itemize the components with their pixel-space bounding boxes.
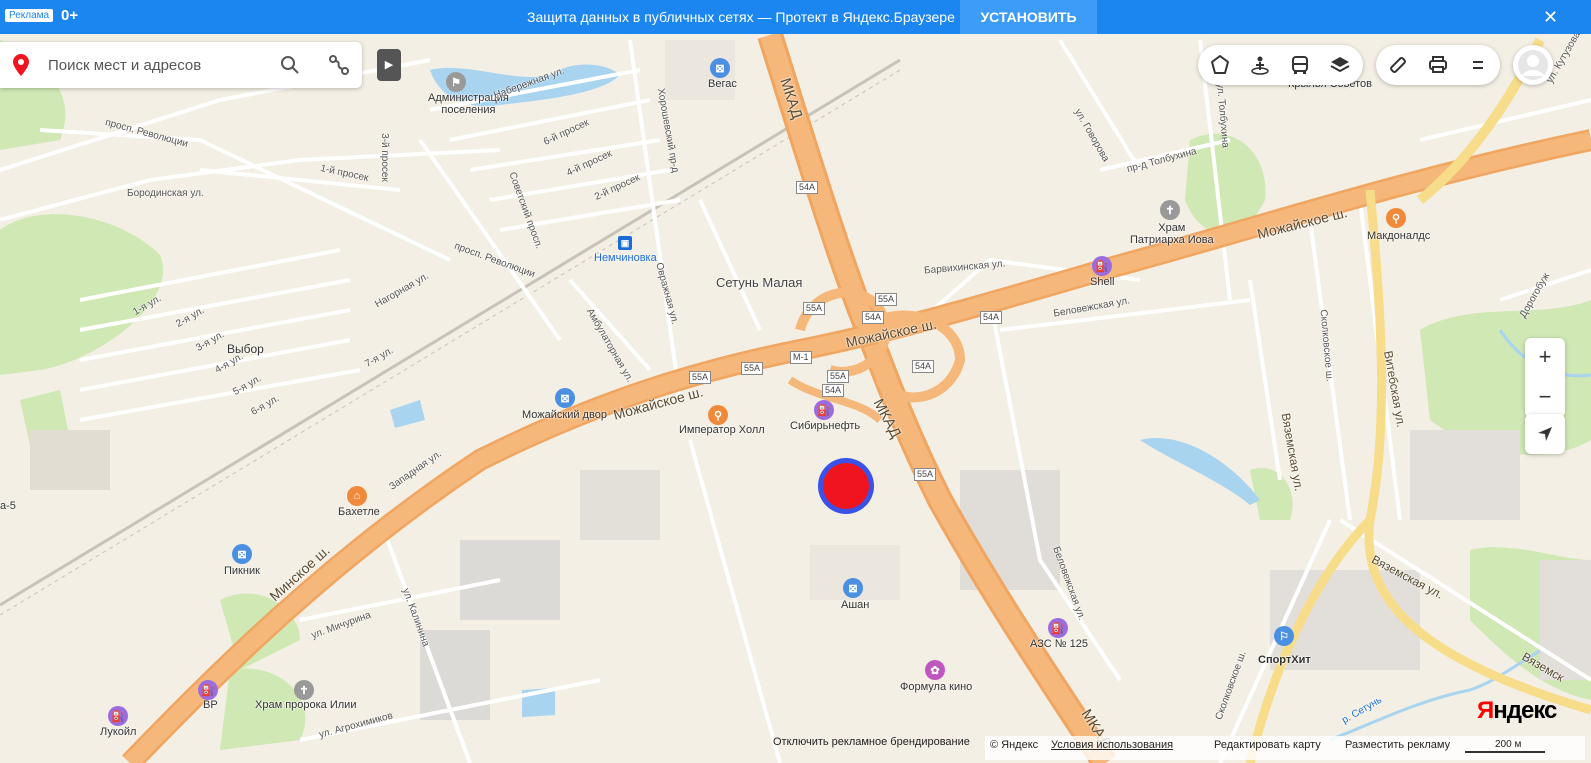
print-icon[interactable] — [1418, 45, 1458, 85]
footer-bar: © Яндекс Условия использования Редактиро… — [985, 736, 1585, 760]
ashan-icon[interactable]: ⊠ — [843, 578, 863, 598]
ashan-label: Ашан — [841, 599, 870, 611]
yandex-logo[interactable]: Яндекс — [1477, 697, 1557, 725]
copyright: © Яндекс — [990, 739, 1039, 751]
route-shield: 55А — [827, 370, 850, 383]
route-shield: 55А — [741, 362, 764, 375]
bp-label: BP — [203, 699, 218, 711]
shop-icon[interactable]: ⊠ — [555, 388, 575, 408]
disable-branding-link[interactable]: Отключить рекламное брендирование — [773, 736, 970, 763]
mozhaisky-dvor-label: Можайский двор — [522, 409, 607, 421]
train-station-icon[interactable]: ▣ — [618, 236, 632, 250]
transit-icon[interactable] — [1280, 45, 1320, 85]
edge-label: а-5 — [0, 500, 16, 512]
bahetle-label: Бахетле — [338, 506, 380, 518]
zoom-controls: + − — [1525, 338, 1565, 418]
sibneft-label: Сибирьнефть — [790, 420, 861, 432]
fuel-icon[interactable]: ⛽ — [814, 400, 834, 420]
nemchinovka-label: Немчиновка — [594, 252, 657, 264]
shell-label: Shell — [1090, 276, 1115, 288]
map-pin-icon — [13, 54, 29, 76]
install-button[interactable]: УСТАНОВИТЬ — [960, 0, 1097, 34]
route-shield: 55А — [914, 468, 937, 481]
imperator-label: Император Холл — [679, 424, 765, 436]
ad-banner[interactable]: Реклама 0+ Защита данных в публичных сет… — [0, 0, 1591, 34]
advertise-link[interactable]: Разместить рекламу — [1345, 736, 1450, 754]
search-box — [0, 42, 362, 88]
zoom-out-button[interactable]: − — [1525, 378, 1565, 418]
user-icon — [1518, 50, 1548, 80]
avatar[interactable] — [1513, 45, 1553, 85]
hram-iova-label: Храм Патриарха Иова — [1130, 222, 1214, 246]
map-mode-controls — [1198, 45, 1363, 85]
geolocation-button[interactable] — [1525, 414, 1565, 454]
hram-ilii-label: Храм пророка Илии — [255, 699, 357, 711]
piknik-label: Пикник — [224, 565, 260, 577]
admin-icon[interactable]: ⚑ — [446, 72, 466, 92]
cinema-icon[interactable]: ✿ — [925, 660, 945, 680]
route-shield: 54А — [980, 311, 1003, 324]
traffic-icon[interactable] — [1200, 45, 1240, 85]
sporthit-icon[interactable]: ⚐ — [1274, 626, 1294, 646]
bahetle-icon[interactable]: ⌂ — [347, 486, 367, 506]
route-shield: 54А — [822, 384, 845, 397]
location-marker[interactable] — [818, 458, 874, 514]
menu-icon[interactable] — [1458, 45, 1498, 85]
lukoil-label: Лукойл — [100, 726, 137, 738]
sporthit-label: СпортХит — [1258, 654, 1311, 666]
location-marker-inner — [823, 463, 869, 509]
panorama-icon[interactable] — [1240, 45, 1280, 85]
route-shield: 55А — [875, 293, 898, 306]
map-canvas[interactable]: Администрация поселения Вегас Набережная … — [0, 0, 1591, 763]
ad-label: Реклама — [5, 9, 54, 22]
shell-icon[interactable]: ⛽ — [1092, 256, 1112, 276]
banner-text[interactable]: Защита данных в публичных сетях — Протек… — [527, 9, 955, 25]
formula-label: Формула кино — [900, 681, 973, 693]
route-icon[interactable] — [328, 54, 350, 76]
borodinskaya-label: Бородинская ул. — [127, 188, 204, 199]
azs125-label: АЗС № 125 — [1030, 638, 1088, 650]
restaurant-icon[interactable]: ⚲ — [708, 405, 728, 425]
route-shield: 55А — [803, 302, 826, 315]
edit-map-link[interactable]: Редактировать карту — [1214, 736, 1321, 754]
vegas-icon[interactable]: ⊠ — [710, 58, 730, 78]
lukoil-icon[interactable]: ⛽ — [108, 706, 128, 726]
age-rating: 0+ — [61, 7, 79, 24]
scale-bar — [1465, 751, 1545, 753]
route-shield: 54А — [912, 360, 935, 373]
route-shield: 54А — [796, 181, 819, 194]
azs125-icon[interactable]: ⛽ — [1048, 618, 1068, 638]
terms-link[interactable]: Условия использования — [1051, 736, 1173, 754]
church-iova-icon[interactable]: ✝ — [1160, 200, 1180, 220]
route-shield: 55А — [689, 371, 712, 384]
piknik-icon[interactable]: ⊠ — [232, 544, 252, 564]
search-input[interactable] — [46, 53, 270, 77]
close-icon[interactable]: ✕ — [1543, 7, 1558, 28]
ruler-icon[interactable] — [1378, 45, 1418, 85]
tool-controls — [1376, 45, 1500, 85]
locate-arrow-icon — [1538, 427, 1552, 441]
zoom-in-button[interactable]: + — [1525, 338, 1565, 378]
sidebar-toggle[interactable]: ▶ — [377, 49, 401, 81]
route-shield: 54А — [862, 311, 885, 324]
bp-icon[interactable]: ⛽ — [198, 680, 218, 700]
layers-icon[interactable] — [1320, 45, 1360, 85]
setun-malaya-label: Сетунь Малая — [716, 275, 803, 290]
route-shield: M-1 — [790, 351, 812, 364]
vegas-label: Вегас — [708, 78, 737, 90]
mcdonalds-label: Макдоналдс — [1367, 230, 1431, 242]
church-icon[interactable]: ✝ — [294, 680, 314, 700]
search-icon[interactable] — [280, 55, 300, 75]
prosek-3-label: 3-й просек — [378, 133, 390, 182]
mcdonalds-icon[interactable]: ⚲ — [1386, 208, 1406, 228]
